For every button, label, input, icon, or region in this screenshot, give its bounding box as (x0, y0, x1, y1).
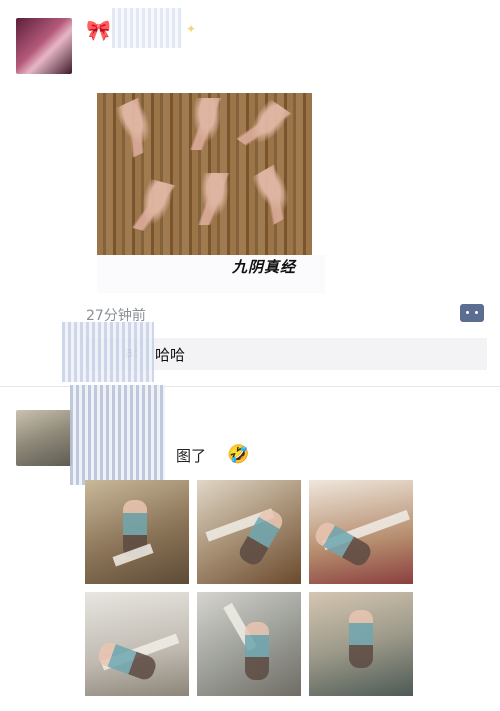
post-text: 图了 (176, 447, 207, 465)
sparkle-icon: ✦ (186, 22, 197, 36)
figure (197, 173, 233, 225)
post-photo[interactable] (97, 93, 312, 255)
emoji-icon: 🤣 (227, 444, 250, 465)
post-text-blurred (70, 385, 165, 485)
photo-thumbnail[interactable] (85, 592, 189, 696)
comment-icon[interactable] (460, 304, 484, 322)
photo-thumbnail[interactable] (85, 480, 189, 584)
photo-caption: 九阴真经 (232, 258, 297, 276)
comment-text: 哈哈 (155, 346, 186, 364)
photo-thumbnail[interactable] (309, 480, 413, 584)
photo-thumbnail[interactable] (197, 480, 301, 584)
comment-author-blurred (62, 322, 154, 382)
user-avatar[interactable] (16, 18, 72, 74)
photo-thumbnail[interactable] (197, 592, 301, 696)
user-avatar[interactable] (16, 410, 72, 466)
figure (189, 98, 225, 150)
photo-thumbnail[interactable] (309, 592, 413, 696)
bow-icon: 🎀 (86, 18, 111, 42)
username-blurred (112, 8, 182, 48)
